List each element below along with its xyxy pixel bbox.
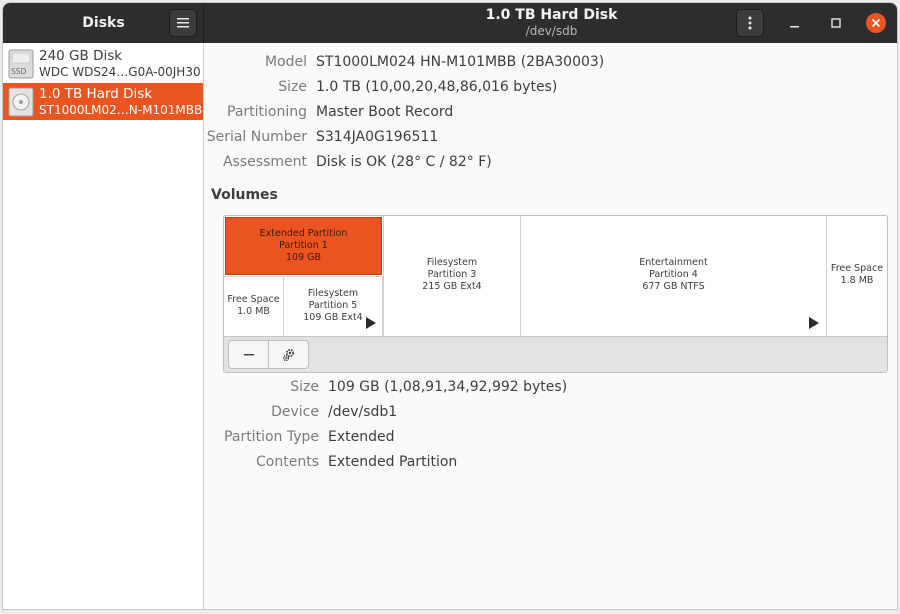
hard-disk-icon — [8, 87, 34, 117]
disk-list-item-240gb[interactable]: SSD 240 GB Disk WDC WDS24…G0A-00JH30 — [3, 45, 203, 82]
disk-name: 1.0 TB Hard Disk — [39, 86, 153, 102]
disks-window: Disks 1.0 TB Hard Disk /dev/sdb SSD 240 … — [2, 2, 898, 610]
model-value: ST1000LM024 HN-M101MBB (2BA30003) — [316, 54, 605, 70]
volumes-heading: Volumes — [211, 187, 278, 203]
partitioning-value: Master Boot Record — [316, 104, 454, 120]
close-icon — [871, 18, 881, 28]
partition-number: Partition 4 — [649, 269, 698, 280]
size-value: 1.0 TB (10,00,20,48,86,016 bytes) — [316, 79, 558, 95]
volume-size-label: Size — [290, 379, 319, 395]
gears-icon — [282, 348, 294, 361]
header-bar: Disks 1.0 TB Hard Disk /dev/sdb — [3, 3, 897, 43]
volume-toolbar — [224, 336, 887, 372]
free-space-label: Free Space — [227, 294, 280, 305]
partition-4[interactable]: Entertainment Partition 4 677 GB NTFS — [521, 216, 827, 336]
volumes-graphic: Extended Partition Partition 1 109 GB Fr… — [223, 215, 888, 373]
disk-model: WDC WDS24…G0A-00JH30 — [39, 65, 201, 79]
vertical-dots-icon — [748, 16, 752, 30]
serial-number-label: Serial Number — [206, 129, 307, 145]
delete-partition-button[interactable] — [228, 340, 269, 369]
partitioning-label: Partitioning — [227, 104, 307, 120]
contents-label: Contents — [256, 454, 319, 470]
partition-type-label: Partition Type — [224, 429, 319, 445]
partition-type: Filesystem — [426, 257, 478, 268]
close-button[interactable] — [866, 13, 886, 33]
size-label: Size — [278, 79, 307, 95]
partition-number: Partition 1 — [279, 240, 328, 251]
partition-type-value: Extended — [328, 429, 395, 445]
partition-map: Extended Partition Partition 1 109 GB Fr… — [224, 216, 887, 336]
partition-extended-1[interactable]: Extended Partition Partition 1 109 GB — [225, 217, 382, 275]
ssd-icon-label: SSD — [11, 67, 27, 76]
disk-list-sidebar: SSD 240 GB Disk WDC WDS24…G0A-00JH30 1.0… — [3, 43, 204, 609]
partition-size: 109 GB — [285, 252, 322, 263]
minus-icon — [243, 353, 254, 355]
partition-5[interactable]: Filesystem Partition 5 109 GB Ext4 — [284, 276, 383, 336]
model-label: Model — [264, 54, 307, 70]
disk-list-item-1tb[interactable]: 1.0 TB Hard Disk ST1000LM02…N-M101MBB — [3, 83, 203, 120]
minimize-icon — [790, 26, 799, 28]
free-space-size: 1.0 MB — [237, 306, 270, 317]
hamburger-menu-button[interactable] — [169, 9, 197, 37]
free-space-size: 1.8 MB — [840, 275, 874, 286]
mount-play-icon[interactable] — [366, 317, 376, 329]
free-space-1-8mb[interactable]: Free Space 1.8 MB — [827, 216, 887, 336]
device-value: /dev/sdb1 — [328, 404, 398, 420]
partition-number: Partition 5 — [308, 300, 358, 311]
mount-play-icon[interactable] — [809, 317, 819, 329]
disk-name: 240 GB Disk — [39, 48, 123, 64]
partition-type: Filesystem — [307, 288, 359, 299]
maximize-icon — [831, 18, 841, 28]
free-space-label: Free Space — [830, 263, 884, 274]
hamburger-icon — [177, 18, 189, 28]
volume-size-value: 109 GB (1,08,91,34,92,992 bytes) — [328, 379, 568, 395]
partition-name: Extended Partition — [259, 228, 348, 239]
maximize-button[interactable] — [826, 13, 846, 33]
sidebar-header: Disks — [3, 3, 204, 43]
partition-settings-button[interactable] — [268, 340, 309, 369]
free-space-1mb[interactable]: Free Space 1.0 MB — [224, 276, 284, 336]
partition-size: 215 GB Ext4 — [422, 281, 482, 292]
device-label: Device — [271, 404, 319, 420]
disk-details-pane: Model ST1000LM024 HN-M101MBB (2BA30003) … — [204, 43, 897, 609]
serial-number-value: S314JA0G196511 — [316, 129, 439, 145]
contents-value: Extended Partition — [328, 454, 458, 470]
partition-size: 677 GB NTFS — [642, 281, 705, 292]
assessment-value: Disk is OK (28° C / 82° F) — [316, 154, 492, 170]
assessment-label: Assessment — [223, 154, 307, 170]
disk-model: ST1000LM02…N-M101MBB — [39, 103, 203, 117]
partition-number: Partition 3 — [427, 269, 477, 280]
partition-3[interactable]: Filesystem Partition 3 215 GB Ext4 — [383, 216, 521, 336]
partition-label: Entertainment — [639, 257, 708, 268]
disk-menu-button[interactable] — [736, 9, 764, 37]
minimize-button[interactable] — [785, 13, 805, 33]
